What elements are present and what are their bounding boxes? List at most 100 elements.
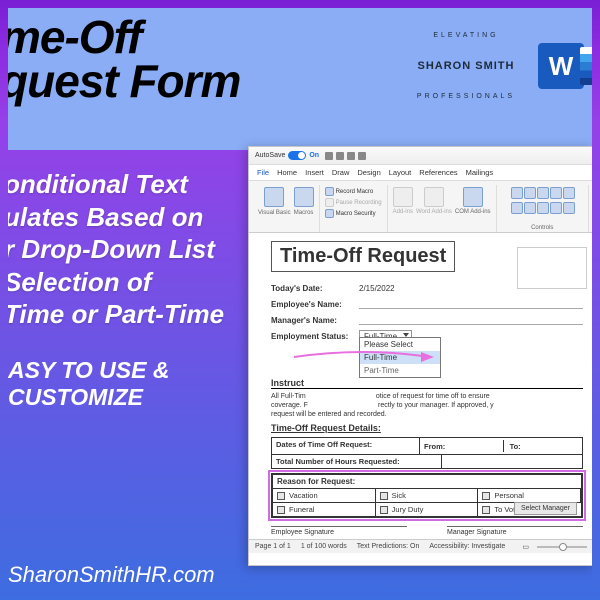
sb-predictions[interactable]: Text Predictions: On (357, 543, 420, 550)
control-icon[interactable] (550, 187, 562, 199)
reason-jury: Jury Duty (392, 505, 424, 514)
logo-arc-bottom: PROFESSIONALS (417, 93, 515, 100)
titlebar: AutoSave On (249, 147, 592, 165)
menu-references[interactable]: References (419, 168, 457, 177)
instr-b1a: All Full-Tim (271, 393, 306, 400)
pause-recording-label: Pause Recording (336, 200, 382, 206)
word-addins-label: Word Add-ins (416, 209, 452, 215)
control-icon[interactable] (524, 187, 536, 199)
logo-arc-top: ELEVATING (433, 32, 498, 39)
manager-input[interactable] (359, 315, 583, 325)
control-icon[interactable] (511, 187, 523, 199)
dd-parttime[interactable]: Part-Time (360, 364, 440, 377)
addins-label: Add-ins (393, 209, 413, 215)
autosave-state: On (309, 152, 319, 159)
from-input[interactable] (451, 440, 503, 452)
record-macro-icon[interactable] (325, 187, 334, 196)
reason-funeral: Funeral (289, 505, 314, 514)
undo-icon[interactable] (336, 152, 344, 160)
checkbox-sick[interactable] (380, 492, 388, 500)
menu-mailings[interactable]: Mailings (466, 168, 494, 177)
ribbon-group-addins: Add-ins Word Add-ins COM Add-ins (388, 185, 497, 232)
reason-sick: Sick (392, 491, 406, 500)
dates-label: Dates of Time Off Request: (272, 438, 420, 454)
menu-file[interactable]: File (257, 168, 269, 177)
record-macro-label: Record Macro (336, 189, 374, 195)
visual-basic-label: Visual Basic (258, 210, 291, 216)
control-icon[interactable] (563, 187, 575, 199)
sb-accessibility[interactable]: Accessibility: Investigate (429, 543, 505, 550)
ribbon-group-code: Visual Basic Macros (253, 185, 320, 232)
instructions-heading: Instruct (271, 378, 583, 389)
visual-basic-icon[interactable] (264, 187, 284, 207)
quick-access-toolbar[interactable] (325, 152, 366, 160)
addins-icon[interactable] (393, 187, 413, 207)
control-icon[interactable] (511, 202, 523, 214)
macro-security-label: Macro Security (336, 211, 376, 217)
from-label: From: (424, 442, 445, 451)
manager-signature: Manager Signature (447, 526, 583, 536)
sb-page[interactable]: Page 1 of 1 (255, 543, 291, 550)
macro-security-icon[interactable] (325, 209, 334, 218)
status-bar: Page 1 of 1 1 of 100 words Text Predicti… (249, 539, 592, 553)
sharon-smith-logo: ELEVATING SHARON SMITH PROFESSIONALS (396, 16, 536, 116)
menu-layout[interactable]: Layout (389, 168, 412, 177)
checkbox-vote[interactable] (482, 506, 490, 514)
ms-word-logo-icon: W (538, 43, 584, 89)
status-label: Employment Status: (271, 332, 359, 341)
doc-title: Time-Off Request (271, 241, 455, 272)
instructions-body: All Full-Tim__________________otice of r… (271, 392, 583, 419)
ribbon-group-macro-ctrl: Record Macro Pause Recording Macro Secur… (320, 185, 388, 232)
dd-please-select[interactable]: Please Select (360, 338, 440, 351)
reason-personal: Personal (494, 491, 524, 500)
today-value[interactable]: 2/15/2022 (359, 284, 395, 293)
employee-signature: Employee Signature (271, 526, 407, 536)
checkbox-funeral[interactable] (277, 506, 285, 514)
control-icon[interactable] (524, 202, 536, 214)
toggle-on-icon[interactable] (288, 151, 306, 160)
status-dropdown-list[interactable]: Please Select Full-Time Part-Time (359, 337, 441, 378)
menu-draw[interactable]: Draw (332, 168, 350, 177)
menu-insert[interactable]: Insert (305, 168, 324, 177)
zoom-slider[interactable] (537, 546, 587, 548)
qat-more-icon[interactable] (358, 152, 366, 160)
hours-input[interactable] (442, 455, 582, 468)
ribbon: Visual Basic Macros Record Macro Pause R… (249, 181, 592, 233)
to-label: To: (510, 442, 521, 451)
control-icon[interactable] (537, 187, 549, 199)
dd-fulltime[interactable]: Full-Time (360, 351, 440, 364)
autosave-label: AutoSave (255, 152, 285, 159)
control-icon[interactable] (563, 202, 575, 214)
sb-words[interactable]: 1 of 100 words (301, 543, 347, 550)
details-heading: Time-Off Request Details: (271, 423, 583, 433)
word-letter: W (549, 51, 574, 82)
com-addins-icon[interactable] (463, 187, 483, 207)
to-input[interactable] (527, 440, 578, 452)
field-employee-name: Employee's Name: (271, 298, 583, 310)
checkbox-personal[interactable] (482, 492, 490, 500)
document-page: Time-Off Request Today's Date: 2/15/2022… (249, 233, 592, 548)
instr-b2b: rectly to your manager. If approved, y (378, 402, 494, 409)
employee-label: Employee's Name: (271, 300, 359, 309)
checkbox-jury[interactable] (380, 506, 388, 514)
manager-label: Manager's Name: (271, 316, 359, 325)
reason-heading: Reason for Request: (273, 475, 581, 489)
macros-icon[interactable] (294, 187, 314, 207)
field-manager-name: Manager's Name: (271, 314, 583, 326)
com-addins-label: COM Add-ins (455, 209, 491, 215)
menu-design[interactable]: Design (357, 168, 380, 177)
control-icon[interactable] (550, 202, 562, 214)
redo-icon[interactable] (347, 152, 355, 160)
today-label: Today's Date: (271, 284, 359, 293)
menu-home[interactable]: Home (277, 168, 297, 177)
view-icon[interactable]: ▭ (522, 543, 529, 551)
company-logo-placeholder (517, 247, 587, 289)
control-icon[interactable] (537, 202, 549, 214)
checkbox-vacation[interactable] (277, 492, 285, 500)
save-icon[interactable] (325, 152, 333, 160)
select-manager-button[interactable]: Select Manager (514, 502, 577, 515)
autosave-toggle[interactable]: AutoSave On (255, 151, 319, 160)
word-addins-icon[interactable] (424, 187, 444, 207)
employee-input[interactable] (359, 299, 583, 309)
instr-b1b: otice of request for time off to ensure (376, 393, 490, 400)
